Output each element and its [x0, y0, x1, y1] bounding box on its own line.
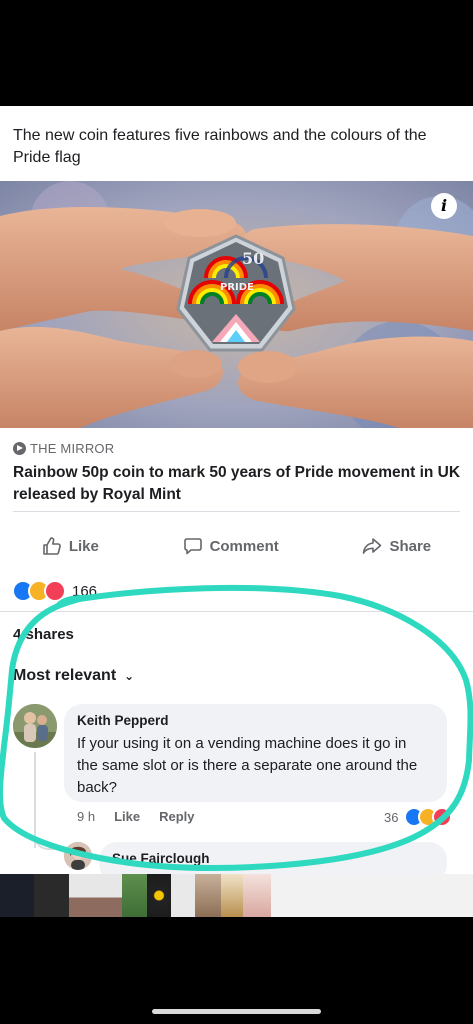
share-button[interactable]: Share [362, 536, 431, 556]
post-action-bar: Like Comment Share [0, 526, 473, 566]
comment-text: If your using it on a vending machine do… [77, 735, 418, 796]
thumbnail[interactable] [271, 874, 473, 917]
comment-timestamp: 9 h [77, 809, 96, 824]
link-source: THE MIRROR [13, 441, 461, 456]
coin-value-text: 50 [242, 249, 264, 268]
comment-like-link[interactable]: Like [114, 809, 140, 824]
facebook-post-card: The new coin features five rainbows and … [0, 106, 473, 874]
like-button-label: Like [68, 537, 99, 555]
like-button[interactable]: Like [42, 536, 99, 556]
info-icon[interactable]: i [431, 193, 457, 219]
reply-bubble[interactable]: Sue Fairclough [99, 842, 447, 874]
avatar-photo [13, 704, 57, 748]
thumbnail[interactable] [171, 874, 195, 917]
comment-button[interactable]: Comment [183, 536, 279, 556]
reaction-count: 166 [72, 582, 98, 600]
share-arrow-icon [363, 538, 382, 554]
post-image-coin[interactable]: 50 PRIDE i [0, 181, 473, 428]
share-button-label: Share [389, 537, 432, 555]
comment-meta: 9 h Like Reply [77, 809, 195, 824]
love-icon [44, 580, 66, 602]
thumbnail[interactable] [34, 874, 69, 917]
thumbnail[interactable] [0, 874, 34, 917]
thumbnail[interactable] [243, 874, 271, 917]
comment-reaction-count: 36 [384, 809, 399, 825]
comments-sort-dropdown[interactable]: Most relevant ⌄ [13, 667, 134, 685]
thread-connector [34, 830, 66, 850]
post-caption: The new coin features five rainbows and … [13, 127, 427, 166]
comment-reactions[interactable]: 36 [384, 807, 453, 827]
home-indicator[interactable] [152, 1009, 321, 1014]
reply-avatar[interactable] [64, 842, 92, 870]
thumbs-up-icon [43, 537, 61, 555]
reactions-summary[interactable]: 166 [12, 580, 97, 602]
comment-author[interactable]: Keith Pepperd [77, 713, 169, 728]
love-icon [432, 807, 453, 827]
link-preview[interactable]: THE MIRROR Rainbow 50p coin to mark 50 y… [13, 441, 461, 506]
source-icon [13, 442, 26, 455]
thumbnail[interactable] [69, 874, 122, 917]
thumbnail[interactable] [122, 874, 147, 917]
reply-author[interactable]: Sue Fairclough [112, 851, 210, 866]
chevron-down-icon: ⌄ [124, 669, 135, 683]
link-headline[interactable]: Rainbow 50p coin to mark 50 years of Pri… [13, 462, 461, 506]
divider [13, 511, 460, 512]
thumbnail[interactable] [195, 874, 221, 917]
shares-count[interactable]: 4 shares [13, 626, 74, 643]
comment-bubble[interactable]: Keith Pepperd If your using it on a vend… [64, 704, 447, 802]
comments-sort-label: Most relevant [13, 667, 117, 684]
commenter-avatar[interactable] [13, 704, 57, 748]
coin-word-text: PRIDE [220, 282, 254, 293]
thumbnail[interactable] [221, 874, 243, 917]
thumbnail[interactable] [147, 874, 171, 917]
comment-button-label: Comment [209, 537, 279, 555]
comment-reply-link[interactable]: Reply [159, 809, 194, 824]
coin-photo-illustration: 50 PRIDE [0, 181, 473, 428]
recent-photos-strip [0, 874, 473, 917]
reply-avatar-photo [64, 842, 92, 870]
divider [0, 611, 473, 612]
link-source-label: THE MIRROR [30, 441, 115, 456]
comment-icon [183, 538, 202, 555]
